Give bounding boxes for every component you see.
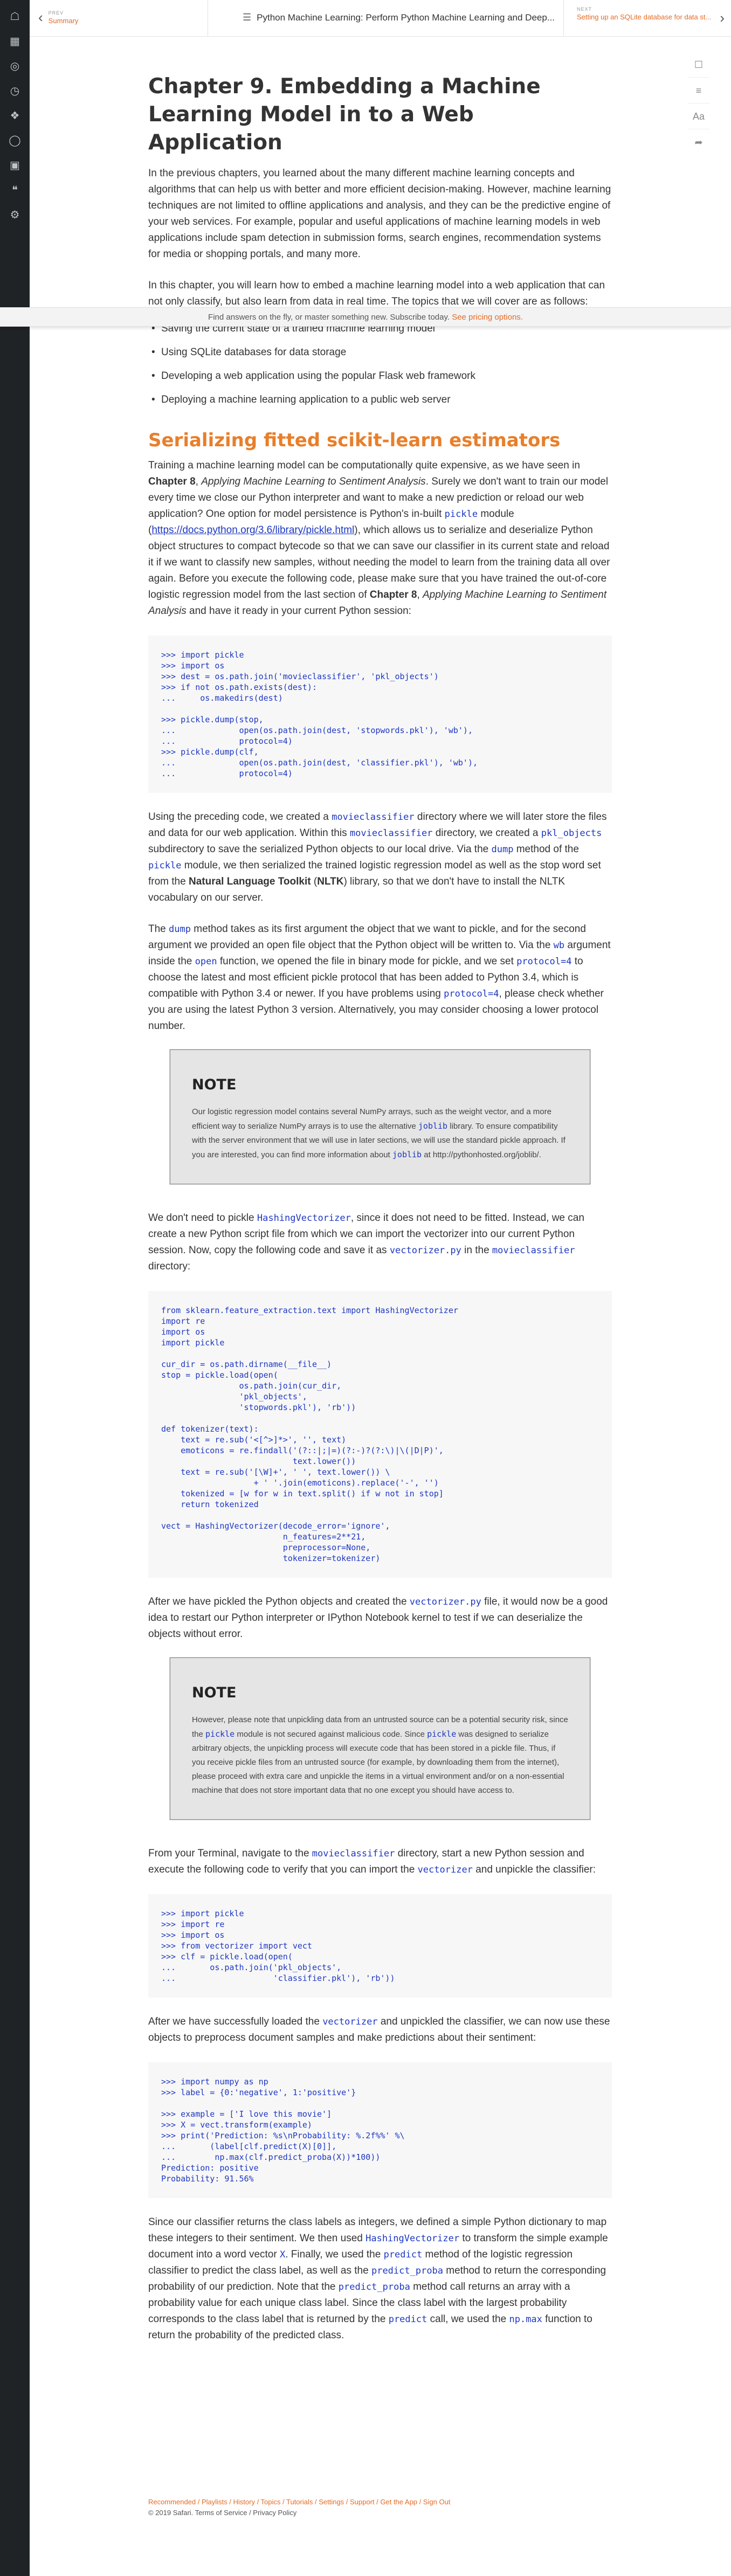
prev-arrow-icon: ‹ [38,9,43,25]
note-body: Our logistic regression model contains s… [192,1107,566,1159]
note-title: NOTE [192,1684,237,1701]
pickle-docs-link[interactable]: https://docs.python.org/3.6/library/pick… [151,524,354,536]
toc-icon: ☰ [243,12,252,23]
footer-copyright: © 2019 Safari. Terms of Service / Privac… [148,2509,297,2517]
intro-paragraph: In the previous chapters, you learned ab… [148,168,611,260]
chapter-content: Chapter 9. Embedding a Machine Learning … [148,73,612,2359]
next-arrow-icon: › [720,10,725,26]
prev-link[interactable]: ‹ PREV Summary [38,6,78,28]
subscribe-banner: Find answers on the fly, or master somet… [0,307,731,327]
next-small-label: NEXT [577,6,592,12]
reader-toolbar: ☐ ≡ Aa ➦ [688,52,709,155]
note-box: NOTE Our logistic regression model conta… [170,1049,590,1184]
note-body: However, please note that unpickling dat… [192,1715,568,1795]
list-item: Developing a web application using the p… [148,368,612,384]
book-title: Python Machine Learning: Perform Python … [257,12,555,23]
next-link[interactable]: NEXT Setting up an SQLite database for d… [564,0,731,37]
topics-icon[interactable]: ❖ [0,103,30,128]
font-size-icon[interactable]: Aa [688,103,709,129]
list-item: Deploying a machine learning application… [148,392,612,408]
add-to-queue-icon[interactable]: ≡ [688,78,709,103]
code-block: >>> import pickle >>> import re >>> impo… [148,1894,612,1998]
left-sidebar: ☖ ▦ ◎ ◷ ❖ ◯ ▣ ❝ ⚙ [0,0,30,2576]
grid-icon[interactable]: ▦ [0,29,30,54]
pricing-link[interactable]: See pricing options. [452,313,523,322]
history-icon[interactable]: ◷ [0,79,30,103]
prev-label[interactable]: Summary [49,17,79,25]
banner-text: Find answers on the fly, or master somet… [208,313,450,322]
target-icon[interactable]: ◎ [0,54,30,79]
code-block: >>> import numpy as np >>> label = {0:'n… [148,2062,612,2198]
footer: Recommended / Playlists / History / Topi… [148,2497,633,2518]
bookmark-icon[interactable]: ☐ [688,52,709,78]
paragraph: We don't need to pickle HashingVectorize… [148,1212,584,1272]
settings-icon[interactable]: ⚙ [0,203,30,227]
code-block: from sklearn.feature_extraction.text imp… [148,1291,612,1578]
next-label[interactable]: Setting up an SQLite database for data s… [577,13,723,21]
note-box: NOTE However, please note that unpicklin… [170,1658,590,1820]
paragraph: After we have pickled the Python objects… [148,1596,608,1640]
paragraph: Using the preceding code, we created a m… [148,811,607,903]
box-icon[interactable]: ▣ [0,153,30,178]
section-title: Serializing fitted scikit-learn estimato… [148,430,561,451]
toc-button[interactable]: ☰ Python Machine Learning: Perform Pytho… [243,12,555,23]
note-title: NOTE [192,1076,237,1093]
tutorials-icon[interactable]: ◯ [0,128,30,153]
footer-links[interactable]: Recommended / Playlists / History / Topi… [148,2497,633,2508]
top-nav: ‹ PREV Summary ☰ Python Machine Learning… [30,0,731,37]
paragraph: After we have successfully loaded the ve… [148,2016,610,2043]
highlights-icon[interactable]: ❝ [0,178,30,203]
code-block: >>> import pickle >>> import os >>> dest… [148,636,612,793]
paragraph: The dump method takes as its first argum… [148,923,611,1032]
intro-paragraph-2: In this chapter, you will learn how to e… [148,280,605,307]
paragraph: From your Terminal, navigate to the movi… [148,1848,596,1875]
list-item: Using SQLite databases for data storage [148,344,612,361]
chapter-title: Chapter 9. Embedding a Machine Learning … [148,74,541,155]
prev-small-label: PREV [48,10,64,16]
paragraph: Training a machine learning model can be… [148,460,610,617]
home-icon[interactable]: ☖ [0,4,30,29]
topics-list: Saving the current state of a trained ma… [148,321,612,408]
paragraph: Since our classifier returns the class l… [148,2216,608,2341]
share-icon[interactable]: ➦ [688,129,709,155]
